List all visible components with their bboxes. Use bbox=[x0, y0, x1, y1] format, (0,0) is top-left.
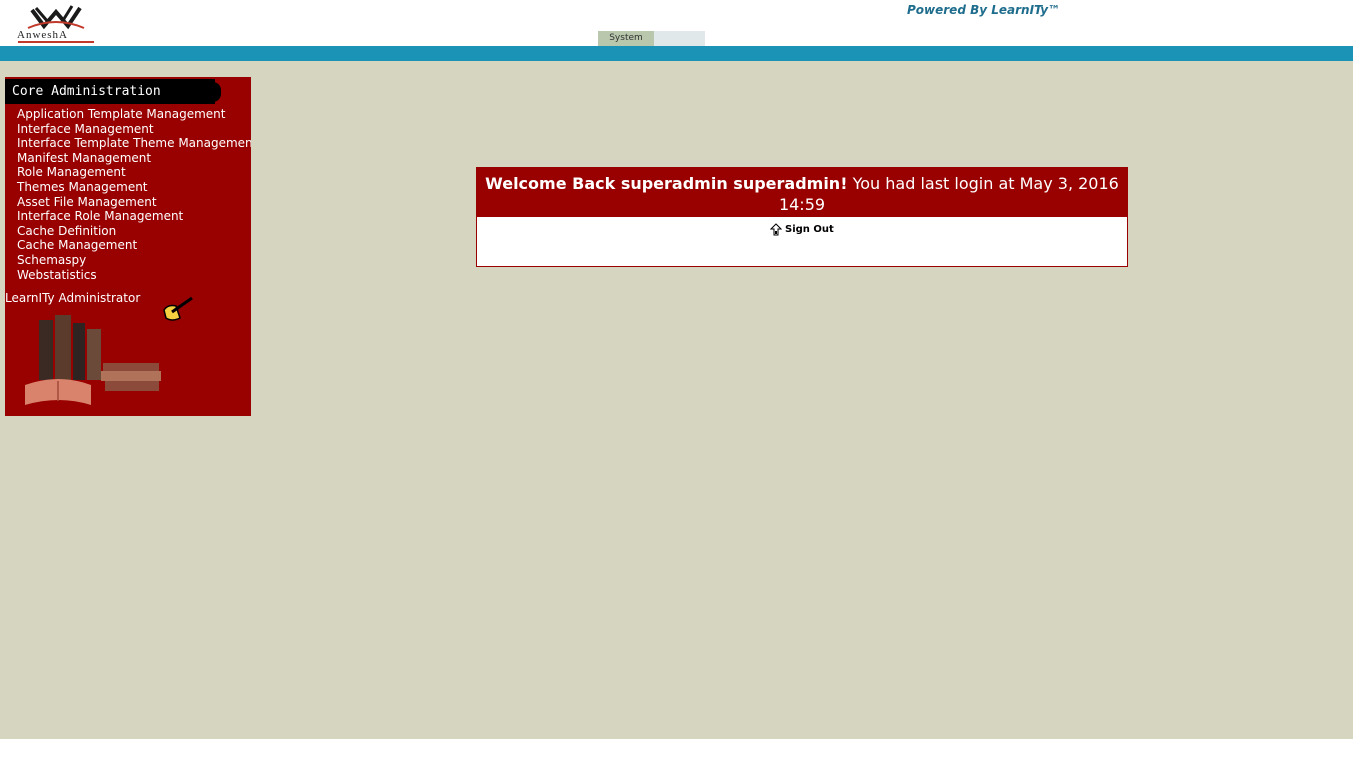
sign-out-label[interactable]: Sign Out bbox=[785, 224, 834, 235]
sidebar-item-asset-file-management[interactable]: Asset File Management bbox=[17, 195, 251, 210]
tab-bar: System bbox=[598, 31, 705, 46]
sign-out-icon bbox=[770, 223, 782, 236]
welcome-panel: Welcome Back superadmin superadmin! You … bbox=[476, 167, 1128, 267]
books-illustration bbox=[25, 315, 161, 405]
sidebar-item-interface-template-theme-management[interactable]: Interface Template Theme Management bbox=[17, 136, 251, 151]
sidebar-item-role-management[interactable]: Role Management bbox=[17, 165, 251, 180]
sign-out-link[interactable]: Sign Out bbox=[770, 223, 834, 236]
sidebar-item-interface-role-management[interactable]: Interface Role Management bbox=[17, 209, 251, 224]
welcome-message: Welcome Back superadmin superadmin! You … bbox=[477, 168, 1127, 217]
app-logo[interactable]: AnweshA bbox=[14, 2, 98, 44]
tab-system[interactable]: System bbox=[598, 31, 654, 46]
accent-bar bbox=[0, 46, 1353, 61]
page-header: AnweshA Powered By LearnITy™ System bbox=[0, 0, 1366, 46]
powered-by-label: Powered By LearnITy™ bbox=[907, 3, 1061, 17]
sidebar-item-schemaspy[interactable]: Schemaspy bbox=[17, 253, 251, 268]
sidebar-item-interface-management[interactable]: Interface Management bbox=[17, 122, 251, 137]
tab-blank[interactable] bbox=[654, 31, 705, 46]
pencil-icon bbox=[163, 296, 193, 321]
sidebar-item-cache-management[interactable]: Cache Management bbox=[17, 238, 251, 253]
sidebar-item-cache-definition[interactable]: Cache Definition bbox=[17, 224, 251, 239]
sidebar-title: Core Administration bbox=[5, 79, 215, 104]
book-logo-icon bbox=[27, 5, 85, 30]
sidebar-menu: Application Template Management Interfac… bbox=[17, 107, 251, 282]
sidebar-item-manifest-management[interactable]: Manifest Management bbox=[17, 151, 251, 166]
logo-text: AnweshA bbox=[17, 29, 68, 41]
sidebar-item-themes-management[interactable]: Themes Management bbox=[17, 180, 251, 195]
sidebar-item-application-template-management[interactable]: Application Template Management bbox=[17, 107, 251, 122]
logo-underline bbox=[18, 41, 94, 43]
sidebar: Core Administration Application Template… bbox=[5, 77, 251, 416]
welcome-greeting: Welcome Back superadmin superadmin! bbox=[485, 174, 848, 193]
sidebar-item-webstatistics[interactable]: Webstatistics bbox=[17, 268, 251, 283]
admin-label: LearnITy Administrator bbox=[5, 291, 141, 305]
